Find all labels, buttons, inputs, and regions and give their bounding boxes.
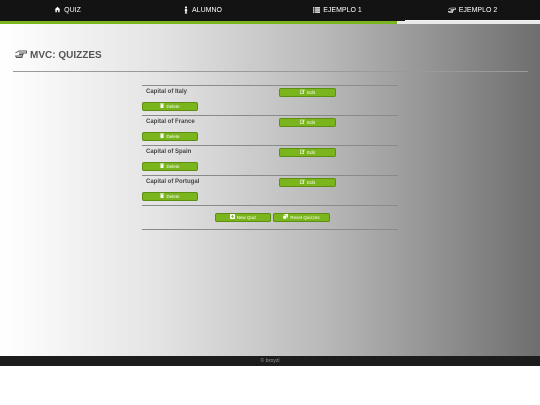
delete-button-label: Delete [166, 104, 180, 109]
pointing-hand-icon [14, 50, 27, 61]
tab-quiz-label: QUIZ [64, 7, 81, 14]
edit-icon [300, 179, 306, 186]
tab-alumno[interactable]: ALUMNO [135, 0, 270, 21]
tab-quiz[interactable]: QUIZ [0, 0, 135, 21]
edit-icon [300, 149, 306, 156]
table-row: Capital of Italy Edit Delete [142, 86, 398, 116]
delete-button[interactable]: Delete [142, 102, 198, 111]
edit-button[interactable]: Edit [279, 178, 336, 187]
title-divider [13, 71, 528, 72]
page-title: MVC: QUIZZES [14, 50, 102, 61]
delete-button[interactable]: Delete [142, 192, 198, 201]
tab-ejemplo-1[interactable]: EJEMPLO 1 [270, 0, 405, 21]
edit-icon [300, 89, 306, 96]
delete-button-label: Delete [166, 194, 180, 199]
edit-button-label: Edit [307, 180, 315, 185]
edit-button[interactable]: Edit [279, 148, 336, 157]
reset-quizzes-button[interactable]: Reset Quizzes [273, 213, 330, 222]
table-row: Capital of France Edit Delete [142, 116, 398, 146]
trash-icon [160, 193, 165, 200]
tab-ejemplo-2[interactable]: EJEMPLO 2 [405, 0, 540, 23]
trash-icon [160, 103, 165, 110]
edit-button-label: Edit [307, 120, 315, 125]
edit-button-label: Edit [307, 90, 315, 95]
tab-ejemplo-2-label: EJEMPLO 2 [458, 7, 498, 14]
trash-icon [160, 133, 165, 140]
reset-quizzes-button-label: Reset Quizzes [290, 215, 320, 220]
edit-icon [300, 119, 306, 126]
tab-alumno-label: ALUMNO [192, 7, 222, 14]
page-title-text: MVC: QUIZZES [30, 50, 102, 61]
plus-icon [229, 214, 235, 221]
pointing-hand-icon [447, 7, 456, 15]
list-icon [313, 6, 321, 15]
edit-button[interactable]: Edit [279, 118, 336, 127]
table-row: Capital of Portugal Edit Delete [142, 176, 398, 206]
footer: © bxxyzl [0, 356, 540, 366]
top-navigation: QUIZ ALUMNO EJEMPLO 1 EJEMPLO 2 [0, 0, 540, 23]
quiz-question[interactable]: Capital of Spain [146, 149, 191, 155]
copy-icon [283, 214, 289, 221]
new-quiz-button-label: New Quiz [236, 215, 257, 220]
table-actions: New Quiz Reset Quizzes [142, 206, 398, 230]
edit-button-label: Edit [307, 150, 315, 155]
edit-button[interactable]: Edit [279, 88, 336, 97]
delete-button[interactable]: Delete [142, 132, 198, 141]
quiz-question[interactable]: Capital of France [146, 119, 195, 125]
delete-button-label: Delete [166, 134, 180, 139]
quiz-question[interactable]: Capital of Italy [146, 89, 187, 95]
tab-ejemplo-1-label: EJEMPLO 1 [323, 7, 362, 14]
quiz-question[interactable]: Capital of Portugal [146, 179, 199, 185]
delete-button[interactable]: Delete [142, 162, 198, 171]
new-quiz-button[interactable]: New Quiz [215, 213, 271, 222]
quiz-table: Capital of Italy Edit Delete Capital of … [142, 85, 398, 230]
footer-text: © bxxyzl [260, 358, 280, 364]
trash-icon [160, 163, 165, 170]
home-icon [54, 6, 61, 15]
delete-button-label: Delete [166, 164, 180, 169]
student-icon [183, 5, 189, 16]
table-row: Capital of Spain Edit Delete [142, 146, 398, 176]
